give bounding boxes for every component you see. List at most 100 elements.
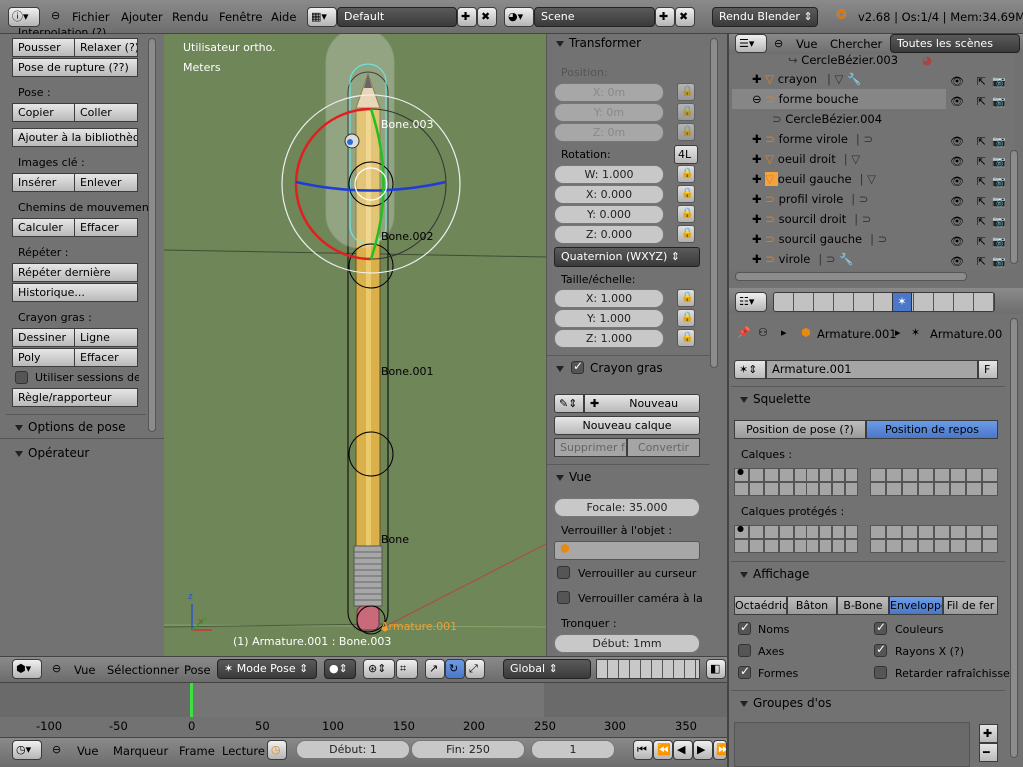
layer-cell[interactable] bbox=[950, 525, 966, 539]
menu-ajouter[interactable]: Ajouter bbox=[121, 10, 163, 24]
n-panel-scrollbar[interactable] bbox=[710, 38, 718, 368]
layer-cell[interactable] bbox=[982, 482, 998, 496]
layer-cell[interactable] bbox=[845, 468, 858, 482]
layer-buttons[interactable] bbox=[596, 659, 700, 679]
layer-cell[interactable] bbox=[934, 539, 950, 553]
layer-cell[interactable] bbox=[734, 539, 749, 553]
outliner-row[interactable]: ✚ ⊃ sourcil gauche | ⊃ 👁 ⇱ 📷 bbox=[732, 229, 1018, 249]
menu-vue[interactable]: Vue bbox=[74, 663, 95, 677]
scale-y-lock[interactable]: 🔒 bbox=[677, 309, 695, 327]
layer-cell[interactable] bbox=[918, 539, 934, 553]
collapse-icon[interactable]: ⊖ bbox=[52, 662, 61, 675]
collapse-icon[interactable]: ⊖ bbox=[774, 37, 783, 50]
manipulator-toggle[interactable]: ⌗ bbox=[396, 659, 418, 679]
rotation-x-lock[interactable]: 🔒 bbox=[677, 185, 695, 203]
lock-object-field[interactable]: ⬢ bbox=[554, 541, 700, 560]
layer-cell[interactable] bbox=[779, 468, 794, 482]
layer-cell[interactable] bbox=[779, 482, 794, 496]
poly-button[interactable]: Poly bbox=[12, 348, 75, 367]
display-bbone-tab[interactable]: B-Bone bbox=[837, 596, 889, 615]
editor-type-info-button[interactable]: ⓘ▾ bbox=[8, 7, 40, 27]
outliner-row[interactable]: ✚ ⊃ virole | ⊃ 🔧 👁 ⇱ 📷 bbox=[732, 249, 1018, 269]
timeline-menu-lecture[interactable]: Lecture bbox=[222, 744, 265, 758]
focal-length-field[interactable]: Focale: 35.000 bbox=[554, 498, 700, 517]
push-button[interactable]: Pousser bbox=[12, 38, 75, 57]
rotation-z-lock[interactable]: 🔒 bbox=[677, 225, 695, 243]
play-button[interactable]: ▶ bbox=[693, 740, 713, 760]
layer-cell[interactable] bbox=[950, 482, 966, 496]
collapse-icon[interactable]: ⊖ bbox=[51, 9, 60, 22]
delete-frame-button[interactable]: Supprimer fra bbox=[554, 438, 627, 457]
rotation-w-field[interactable]: W: 1.000 bbox=[554, 165, 664, 184]
layer-cell[interactable] bbox=[902, 468, 918, 482]
layer-cell[interactable] bbox=[886, 539, 902, 553]
layer-cell[interactable] bbox=[845, 482, 858, 496]
scene-remove-button[interactable]: ✖ bbox=[675, 7, 695, 27]
play-reverse-button[interactable]: ◀ bbox=[673, 740, 693, 760]
display-stick-tab[interactable]: Bâton bbox=[787, 596, 837, 615]
outliner-row[interactable]: ✚ ⊃ sourcil droit | ⊃ 👁 ⇱ 📷 bbox=[732, 209, 1018, 229]
insert-keyframe-button[interactable]: Insérer bbox=[12, 173, 75, 192]
layer-cell[interactable] bbox=[886, 525, 902, 539]
render-camera-icon[interactable]: 📷 bbox=[992, 252, 1006, 272]
end-frame-field[interactable]: Fin: 250 bbox=[411, 740, 525, 759]
editor-type-properties-button[interactable]: ☷▾ bbox=[735, 292, 767, 312]
menu-fichier[interactable]: Fichier bbox=[72, 10, 110, 24]
layer-cell[interactable] bbox=[764, 525, 779, 539]
rotation-z-field[interactable]: Z: 0.000 bbox=[554, 225, 664, 244]
menu-pose[interactable]: Pose bbox=[184, 663, 211, 677]
layer-cell[interactable] bbox=[886, 468, 902, 482]
collapse-icon[interactable]: ⊖ bbox=[52, 743, 61, 756]
grease-pencil-icon-button[interactable]: ✎⇕ bbox=[554, 394, 584, 413]
outliner-row[interactable]: ✚ ▽ crayon | ▽ 🔧 👁 ⇱ 📷 bbox=[732, 69, 1018, 89]
layer-cell[interactable] bbox=[934, 468, 950, 482]
translate-manipulator-button[interactable]: ↗ bbox=[425, 659, 445, 679]
use-sessions-checkbox[interactable] bbox=[15, 371, 28, 384]
scale-z-field[interactable]: Z: 1.000 bbox=[554, 329, 664, 348]
new-layer-button[interactable]: Nouveau calque bbox=[554, 416, 700, 435]
history-button[interactable]: Historique... bbox=[12, 283, 138, 302]
rotate-manipulator-button[interactable]: ↻ bbox=[445, 659, 465, 679]
layout-remove-button[interactable]: ✖ bbox=[477, 7, 497, 27]
layer-cell[interactable]: ● bbox=[734, 467, 749, 482]
bone-group-add-button[interactable]: ✚ bbox=[979, 724, 998, 743]
bone-groups-list[interactable] bbox=[734, 722, 970, 767]
position-z-field[interactable]: Z: 0m bbox=[554, 123, 664, 142]
lock-cursor-checkbox[interactable] bbox=[557, 566, 570, 579]
3d-viewport[interactable]: Utilisateur ortho. Meters Bone.003 Bone.… bbox=[164, 34, 546, 656]
mode-dropdown[interactable]: ✶ Mode Pose ⇕ bbox=[217, 659, 317, 679]
layer-cell[interactable] bbox=[832, 482, 845, 496]
outliner-hscrollbar[interactable] bbox=[735, 272, 967, 281]
convert-button[interactable]: Convertir bbox=[627, 438, 700, 457]
draw-button[interactable]: Dessiner bbox=[12, 328, 75, 347]
layer-cell[interactable] bbox=[764, 482, 779, 496]
layer-cell[interactable] bbox=[806, 525, 819, 539]
lock-camera-checkbox[interactable] bbox=[557, 591, 570, 604]
clip-start-field[interactable]: Début: 1mm bbox=[554, 634, 700, 653]
position-y-field[interactable]: Y: 0m bbox=[554, 103, 664, 122]
copy-pose-button[interactable]: Copier bbox=[12, 103, 75, 122]
position-z-lock[interactable]: 🔒 bbox=[677, 123, 695, 141]
outliner-row[interactable]: ⊃ CercleBézier.004 bbox=[732, 109, 1018, 129]
armature-data-name-field[interactable]: Armature.001 bbox=[766, 360, 978, 379]
layers-grid-right[interactable] bbox=[870, 468, 998, 496]
layout-add-button[interactable]: ✚ bbox=[457, 7, 477, 27]
layer-cell[interactable] bbox=[806, 468, 819, 482]
timeline-menu-vue[interactable]: Vue bbox=[77, 744, 98, 758]
display-section[interactable]: Affichage bbox=[740, 567, 809, 581]
layer-cell[interactable] bbox=[819, 539, 832, 553]
menu-rendu[interactable]: Rendu bbox=[172, 10, 208, 24]
layer-cell[interactable] bbox=[749, 525, 764, 539]
layers-grid-middle[interactable] bbox=[806, 468, 858, 496]
delay-refresh-checkbox[interactable] bbox=[874, 666, 887, 679]
current-frame-field[interactable]: 1 bbox=[531, 740, 615, 759]
layer-cell[interactable] bbox=[950, 539, 966, 553]
pose-position-button[interactable]: Position de pose (?) bbox=[734, 420, 866, 439]
scale-z-lock[interactable]: 🔒 bbox=[677, 329, 695, 347]
calculate-paths-button[interactable]: Calculer bbox=[12, 218, 75, 237]
grease-new-button[interactable]: ✚ Nouveau bbox=[584, 394, 700, 413]
layer-cell[interactable] bbox=[819, 525, 832, 539]
outliner-menu-chercher[interactable]: Chercher bbox=[830, 37, 882, 51]
scene-add-button[interactable]: ✚ bbox=[655, 7, 675, 27]
layer-cell[interactable] bbox=[819, 482, 832, 496]
